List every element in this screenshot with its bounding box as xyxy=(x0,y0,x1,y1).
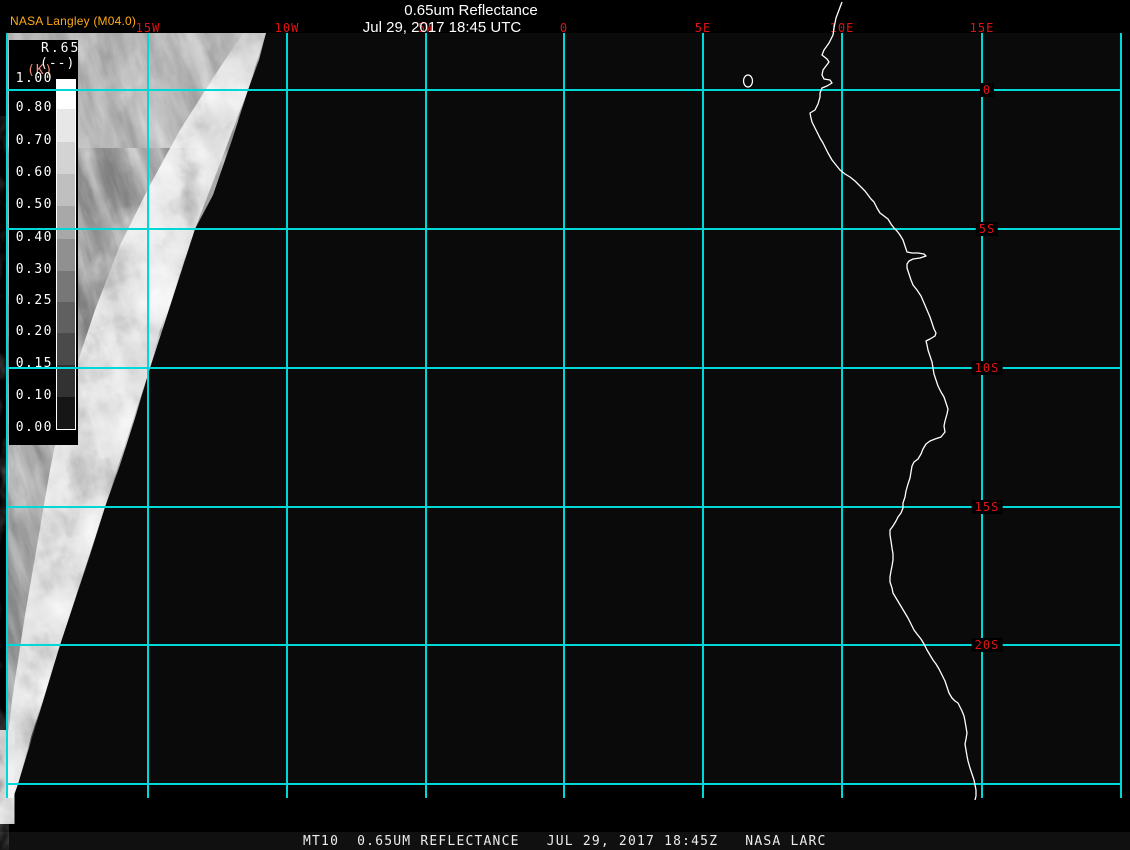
lat-label-10S: 10S xyxy=(972,361,1003,375)
colorbar-tick-0.60: 0.60 xyxy=(9,165,53,181)
colorbar-scale xyxy=(56,79,76,430)
colorbar-tick-0.80: 0.80 xyxy=(9,100,53,116)
colorbar-segment-6 xyxy=(57,271,75,302)
lat-label-20S: 20S xyxy=(972,638,1003,652)
gridline-lat-15S xyxy=(7,506,1121,508)
gridline-lon-10E xyxy=(841,33,843,798)
gridline-lat-20S xyxy=(7,644,1121,646)
gridline-lat-0 xyxy=(7,89,1121,91)
colorbar-tick-0.20: 0.20 xyxy=(9,324,53,340)
gridline-lon-15W xyxy=(147,33,149,798)
colorbar-segment-4 xyxy=(57,206,75,239)
colorbar-tick-0.40: 0.40 xyxy=(9,230,53,246)
page-title: 0.65um Reflectance xyxy=(404,2,537,19)
colorbar-tick-0.25: 0.25 xyxy=(9,293,53,309)
lat-label-15S: 15S xyxy=(972,500,1003,514)
colorbar-segment-8 xyxy=(57,333,75,365)
lat-label-5S: 5S xyxy=(976,222,998,236)
gridline-lat-unlabeled xyxy=(7,783,1121,785)
title-datetime: Jul 29, 2017 18:45 UTC xyxy=(363,19,521,36)
gridline-lon-5W xyxy=(425,33,427,798)
colorbar: R.65 (--) (K) 1.000.800.700.600.500.400.… xyxy=(9,40,78,445)
colorbar-segment-1 xyxy=(57,109,75,142)
colorbar-segment-5 xyxy=(57,239,75,271)
gridline-lon-10W xyxy=(286,33,288,798)
colorbar-segment-3 xyxy=(57,174,75,206)
colorbar-segment-9 xyxy=(57,365,75,397)
colorbar-tick-0.15: 0.15 xyxy=(9,356,53,372)
satellite-image-viewer: NASA Langley (M04.0) 0.65um Reflectance … xyxy=(0,0,1130,850)
lat-label-0: 0 xyxy=(980,83,994,97)
gridline-lon-15E xyxy=(981,33,983,798)
colorbar-tick-0.30: 0.30 xyxy=(9,262,53,278)
gridline-lat-10S xyxy=(7,367,1121,369)
gridline-lon-0 xyxy=(563,33,565,798)
map-border-left xyxy=(6,33,8,798)
colorbar-segment-7 xyxy=(57,302,75,333)
gridline-lat-5S xyxy=(7,228,1121,230)
colorbar-segment-2 xyxy=(57,142,75,174)
colorbar-tick-0.00: 0.00 xyxy=(9,420,53,436)
colorbar-tick-0.10: 0.10 xyxy=(9,388,53,404)
gridline-lon-5E xyxy=(702,33,704,798)
map-border-right xyxy=(1120,33,1122,798)
brand-label: NASA Langley (M04.0) xyxy=(10,14,136,28)
colorbar-tick-1.00: 1.00 xyxy=(9,71,53,87)
colorbar-segment-0 xyxy=(57,80,75,109)
colorbar-tick-0.50: 0.50 xyxy=(9,197,53,213)
colorbar-title: R.65 xyxy=(41,41,80,56)
satellite-imagery-swath xyxy=(0,0,1130,850)
colorbar-segment-10 xyxy=(57,397,75,429)
colorbar-tick-0.70: 0.70 xyxy=(9,133,53,149)
